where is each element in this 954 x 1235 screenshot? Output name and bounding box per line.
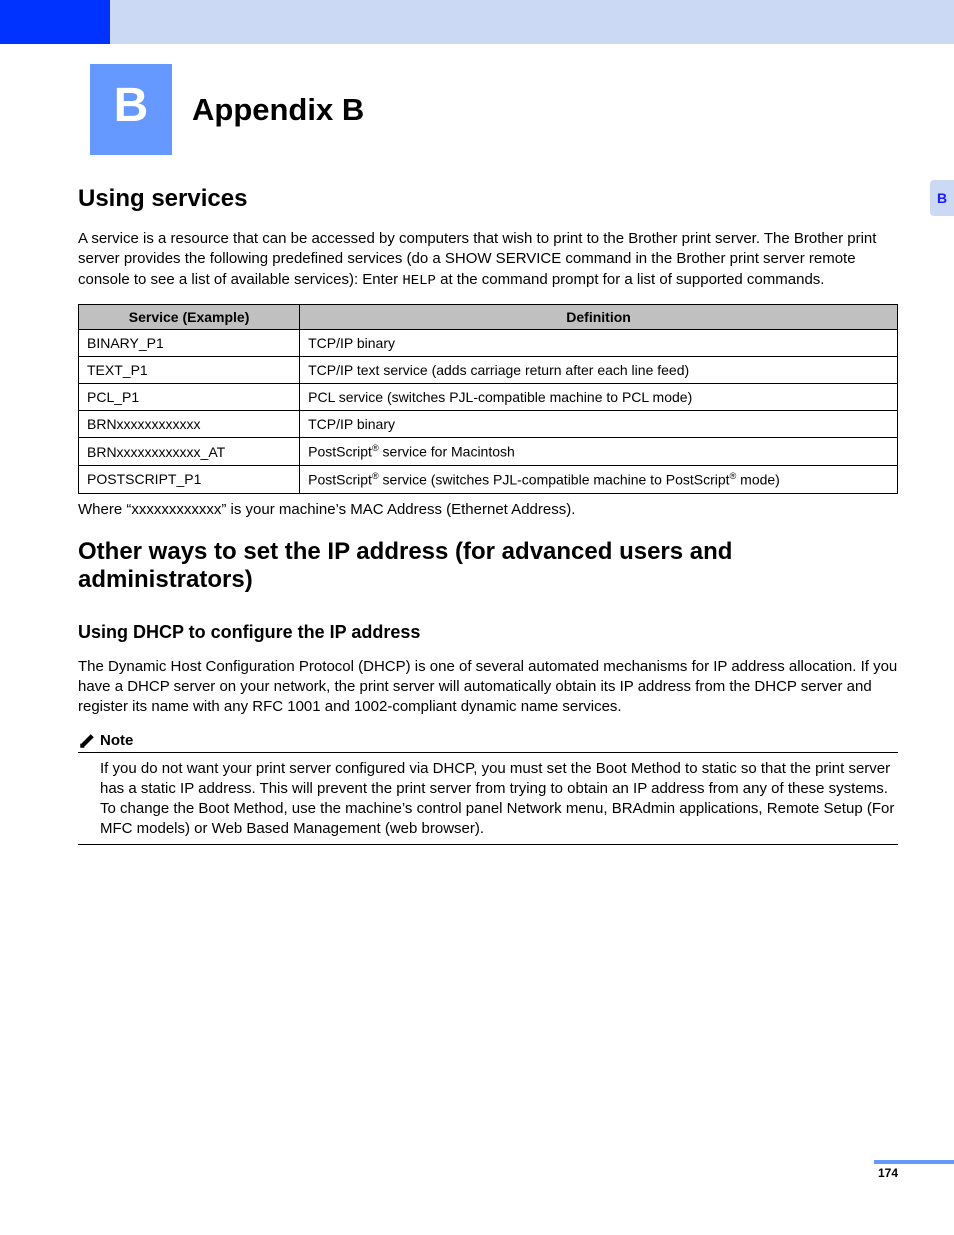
- note-block: Note If you do not want your print serve…: [78, 732, 898, 845]
- cell-definition: PostScript® service (switches PJL-compat…: [300, 466, 898, 494]
- cell-service: BRNxxxxxxxxxxxx: [79, 411, 300, 438]
- header-spacer: [0, 64, 90, 155]
- services-intro: A service is a resource that can be acce…: [78, 229, 898, 290]
- page-number-bar: [874, 1160, 954, 1164]
- note-label: Note: [100, 732, 141, 749]
- cell-service: PCL_P1: [79, 384, 300, 411]
- cell-definition: TCP/IP binary: [300, 330, 898, 357]
- table-header-row: Service (Example) Definition: [79, 305, 898, 330]
- services-table: Service (Example) Definition BINARY_P1 T…: [78, 304, 898, 493]
- heading-dhcp: Using DHCP to configure the IP address: [78, 622, 898, 643]
- note-icon: [78, 732, 96, 750]
- cell-service: POSTSCRIPT_P1: [79, 466, 300, 494]
- col-definition: Definition: [300, 305, 898, 330]
- note-rule-top: [78, 752, 898, 753]
- dhcp-body: The Dynamic Host Configuration Protocol …: [78, 657, 898, 718]
- note-rule-bottom: [78, 844, 898, 845]
- cell-definition: TCP/IP binary: [300, 411, 898, 438]
- note-text: If you do not want your print server con…: [78, 759, 898, 840]
- note-header: Note: [78, 732, 898, 750]
- col-service: Service (Example): [79, 305, 300, 330]
- cell-service: BINARY_P1: [79, 330, 300, 357]
- table-row: BRNxxxxxxxxxxxx_AT PostScript® service f…: [79, 438, 898, 466]
- heading-other-ways: Other ways to set the IP address (for ad…: [78, 538, 898, 594]
- appendix-badge: B: [90, 64, 172, 155]
- cell-definition: PCL service (switches PJL-compatible mac…: [300, 384, 898, 411]
- help-command: HELP: [402, 273, 436, 289]
- top-bar-light: [110, 0, 954, 44]
- top-bar-accent: [0, 0, 110, 44]
- table-row: POSTSCRIPT_P1 PostScript® service (switc…: [79, 466, 898, 494]
- cell-service: TEXT_P1: [79, 357, 300, 384]
- cell-definition: PostScript® service for Macintosh: [300, 438, 898, 466]
- appendix-header: B Appendix B: [0, 64, 954, 155]
- cell-service: BRNxxxxxxxxxxxx_AT: [79, 438, 300, 466]
- table-row: BRNxxxxxxxxxxxx TCP/IP binary: [79, 411, 898, 438]
- table-row: BINARY_P1 TCP/IP binary: [79, 330, 898, 357]
- intro-post: at the command prompt for a list of supp…: [436, 271, 825, 288]
- side-tab-b: B: [930, 180, 954, 216]
- table-row: PCL_P1 PCL service (switches PJL-compati…: [79, 384, 898, 411]
- cell-definition: TCP/IP text service (adds carriage retur…: [300, 357, 898, 384]
- top-bar: [0, 0, 954, 44]
- mac-address-footnote: Where “xxxxxxxxxxxx” is your machine’s M…: [78, 500, 898, 520]
- page-number: 174: [878, 1166, 898, 1180]
- appendix-title: Appendix B: [172, 64, 364, 155]
- heading-using-services: Using services: [78, 185, 898, 213]
- table-row: TEXT_P1 TCP/IP text service (adds carria…: [79, 357, 898, 384]
- page-content: Using services A service is a resource t…: [0, 185, 954, 845]
